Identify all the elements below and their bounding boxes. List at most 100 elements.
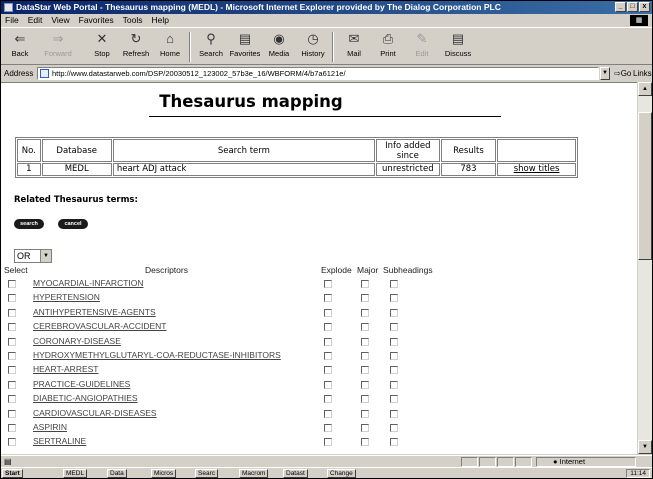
print-button[interactable]: ⎙ Print (371, 31, 405, 58)
subheadings-checkbox[interactable] (390, 380, 398, 389)
taskbar-item[interactable]: Data (107, 469, 127, 478)
scroll-up-button[interactable]: ▲ (638, 82, 652, 96)
explode-checkbox[interactable] (324, 308, 332, 317)
descriptor-link[interactable]: HYDROXYMETHYLGLUTARYL-COA-REDUCTASE-INHI… (33, 350, 281, 360)
select-checkbox[interactable] (8, 323, 16, 332)
subheadings-checkbox[interactable] (390, 424, 398, 432)
major-checkbox[interactable] (361, 323, 369, 332)
taskbar-item[interactable]: Change (327, 469, 356, 478)
select-checkbox[interactable] (8, 438, 16, 447)
subheadings-checkbox[interactable] (390, 308, 398, 317)
explode-checkbox[interactable] (324, 280, 332, 288)
go-button[interactable]: ⇨Go (614, 66, 631, 81)
refresh-button[interactable]: ↻ Refresh (119, 31, 153, 58)
explode-checkbox[interactable] (324, 352, 332, 360)
cancel-button[interactable]: cancel (58, 219, 88, 229)
major-checkbox[interactable] (361, 294, 369, 303)
select-checkbox[interactable] (8, 308, 16, 317)
start-button[interactable]: Start (2, 469, 23, 478)
taskbar-item[interactable]: Searc (195, 469, 218, 478)
stop-button[interactable]: ✕ Stop (85, 31, 119, 58)
explode-checkbox[interactable] (324, 409, 332, 418)
scroll-thumb[interactable] (638, 112, 652, 260)
history-button[interactable]: ◷ History (296, 31, 330, 58)
subheadings-checkbox[interactable] (390, 337, 398, 346)
subheadings-checkbox[interactable] (390, 280, 398, 288)
explode-checkbox[interactable] (324, 424, 332, 432)
subheadings-checkbox[interactable] (390, 323, 398, 332)
close-button[interactable]: x (639, 2, 650, 12)
address-input[interactable]: http://www.datastarweb.com/DSP/20030512_… (37, 67, 599, 80)
major-checkbox[interactable] (361, 337, 369, 346)
scroll-down-button[interactable]: ▼ (638, 440, 652, 454)
links-button[interactable]: Links (633, 66, 652, 81)
subheadings-checkbox[interactable] (390, 366, 398, 375)
home-button[interactable]: ⌂ Home (153, 31, 187, 58)
edit-button[interactable]: ✎ Edit (405, 31, 439, 58)
select-checkbox[interactable] (8, 366, 16, 375)
menu-file[interactable]: File (5, 14, 19, 27)
forward-button[interactable]: ⇒ Forward (41, 31, 75, 58)
explode-checkbox[interactable] (324, 323, 332, 332)
descriptor-link[interactable]: ANTIHYPERTENSIVE-AGENTS (33, 307, 156, 317)
major-checkbox[interactable] (361, 424, 369, 432)
taskbar-item[interactable]: Datast (283, 469, 308, 478)
major-checkbox[interactable] (361, 409, 369, 418)
taskbar-item[interactable]: MEDL (63, 469, 88, 478)
menu-edit[interactable]: Edit (28, 14, 43, 27)
search-button-page[interactable]: search (14, 219, 44, 229)
major-checkbox[interactable] (361, 352, 369, 360)
minimize-button[interactable]: _ (615, 2, 626, 12)
major-checkbox[interactable] (361, 366, 369, 375)
subheadings-checkbox[interactable] (390, 352, 398, 360)
subheadings-checkbox[interactable] (390, 294, 398, 303)
descriptor-link[interactable]: MYOCARDIAL-INFARCTION (33, 278, 144, 288)
search-button[interactable]: ⚲ Search (194, 31, 228, 58)
descriptor-link[interactable]: CEREBROVASCULAR-ACCIDENT (33, 321, 167, 331)
major-checkbox[interactable] (361, 380, 369, 389)
select-checkbox[interactable] (8, 280, 16, 288)
favorites-button[interactable]: ▤ Favorites (228, 31, 262, 58)
select-checkbox[interactable] (8, 409, 16, 418)
select-checkbox[interactable] (8, 294, 16, 303)
explode-checkbox[interactable] (324, 395, 332, 404)
descriptor-link[interactable]: ASPIRIN (33, 422, 67, 432)
show-titles-link[interactable]: show titles (514, 164, 560, 174)
explode-checkbox[interactable] (324, 337, 332, 346)
select-checkbox[interactable] (8, 352, 16, 360)
back-button[interactable]: ⇐ Back (3, 31, 37, 58)
descriptor-link[interactable]: CORONARY-DISEASE (33, 336, 121, 346)
descriptor-link[interactable]: HEART-ARREST (33, 364, 99, 374)
explode-checkbox[interactable] (324, 366, 332, 375)
discuss-button[interactable]: ▤ Discuss (441, 31, 475, 58)
select-checkbox[interactable] (8, 337, 16, 346)
media-button[interactable]: ◉ Media (262, 31, 296, 58)
maximize-button[interactable]: □ (627, 2, 638, 12)
select-checkbox[interactable] (8, 395, 16, 404)
explode-checkbox[interactable] (324, 294, 332, 303)
subheadings-checkbox[interactable] (390, 395, 398, 404)
descriptor-link[interactable]: HYPERTENSION (33, 292, 100, 302)
mail-button[interactable]: ✉ Mail (337, 31, 371, 58)
subheadings-checkbox[interactable] (390, 438, 398, 447)
select-checkbox[interactable] (8, 424, 16, 432)
major-checkbox[interactable] (361, 308, 369, 317)
menu-view[interactable]: View (51, 14, 69, 27)
major-checkbox[interactable] (361, 395, 369, 404)
select-checkbox[interactable] (8, 380, 16, 389)
vertical-scrollbar[interactable]: ▲ ▼ (637, 82, 652, 454)
major-checkbox[interactable] (361, 280, 369, 288)
descriptor-link[interactable]: PRACTICE-GUIDELINES (33, 379, 130, 389)
subheadings-checkbox[interactable] (390, 409, 398, 418)
descriptor-link[interactable]: SERTRALINE (33, 436, 86, 446)
descriptor-link[interactable]: CARDIOVASCULAR-DISEASES (33, 408, 157, 418)
taskbar-item[interactable]: Macrom (239, 469, 269, 478)
menu-favorites[interactable]: Favorites (79, 14, 114, 27)
taskbar-item[interactable]: Micros (151, 469, 177, 478)
explode-checkbox[interactable] (324, 380, 332, 389)
descriptor-link[interactable]: DIABETIC-ANGIOPATHIES (33, 393, 138, 403)
menu-help[interactable]: Help (151, 14, 168, 27)
explode-checkbox[interactable] (324, 438, 332, 447)
menu-tools[interactable]: Tools (123, 14, 143, 27)
major-checkbox[interactable] (361, 438, 369, 447)
